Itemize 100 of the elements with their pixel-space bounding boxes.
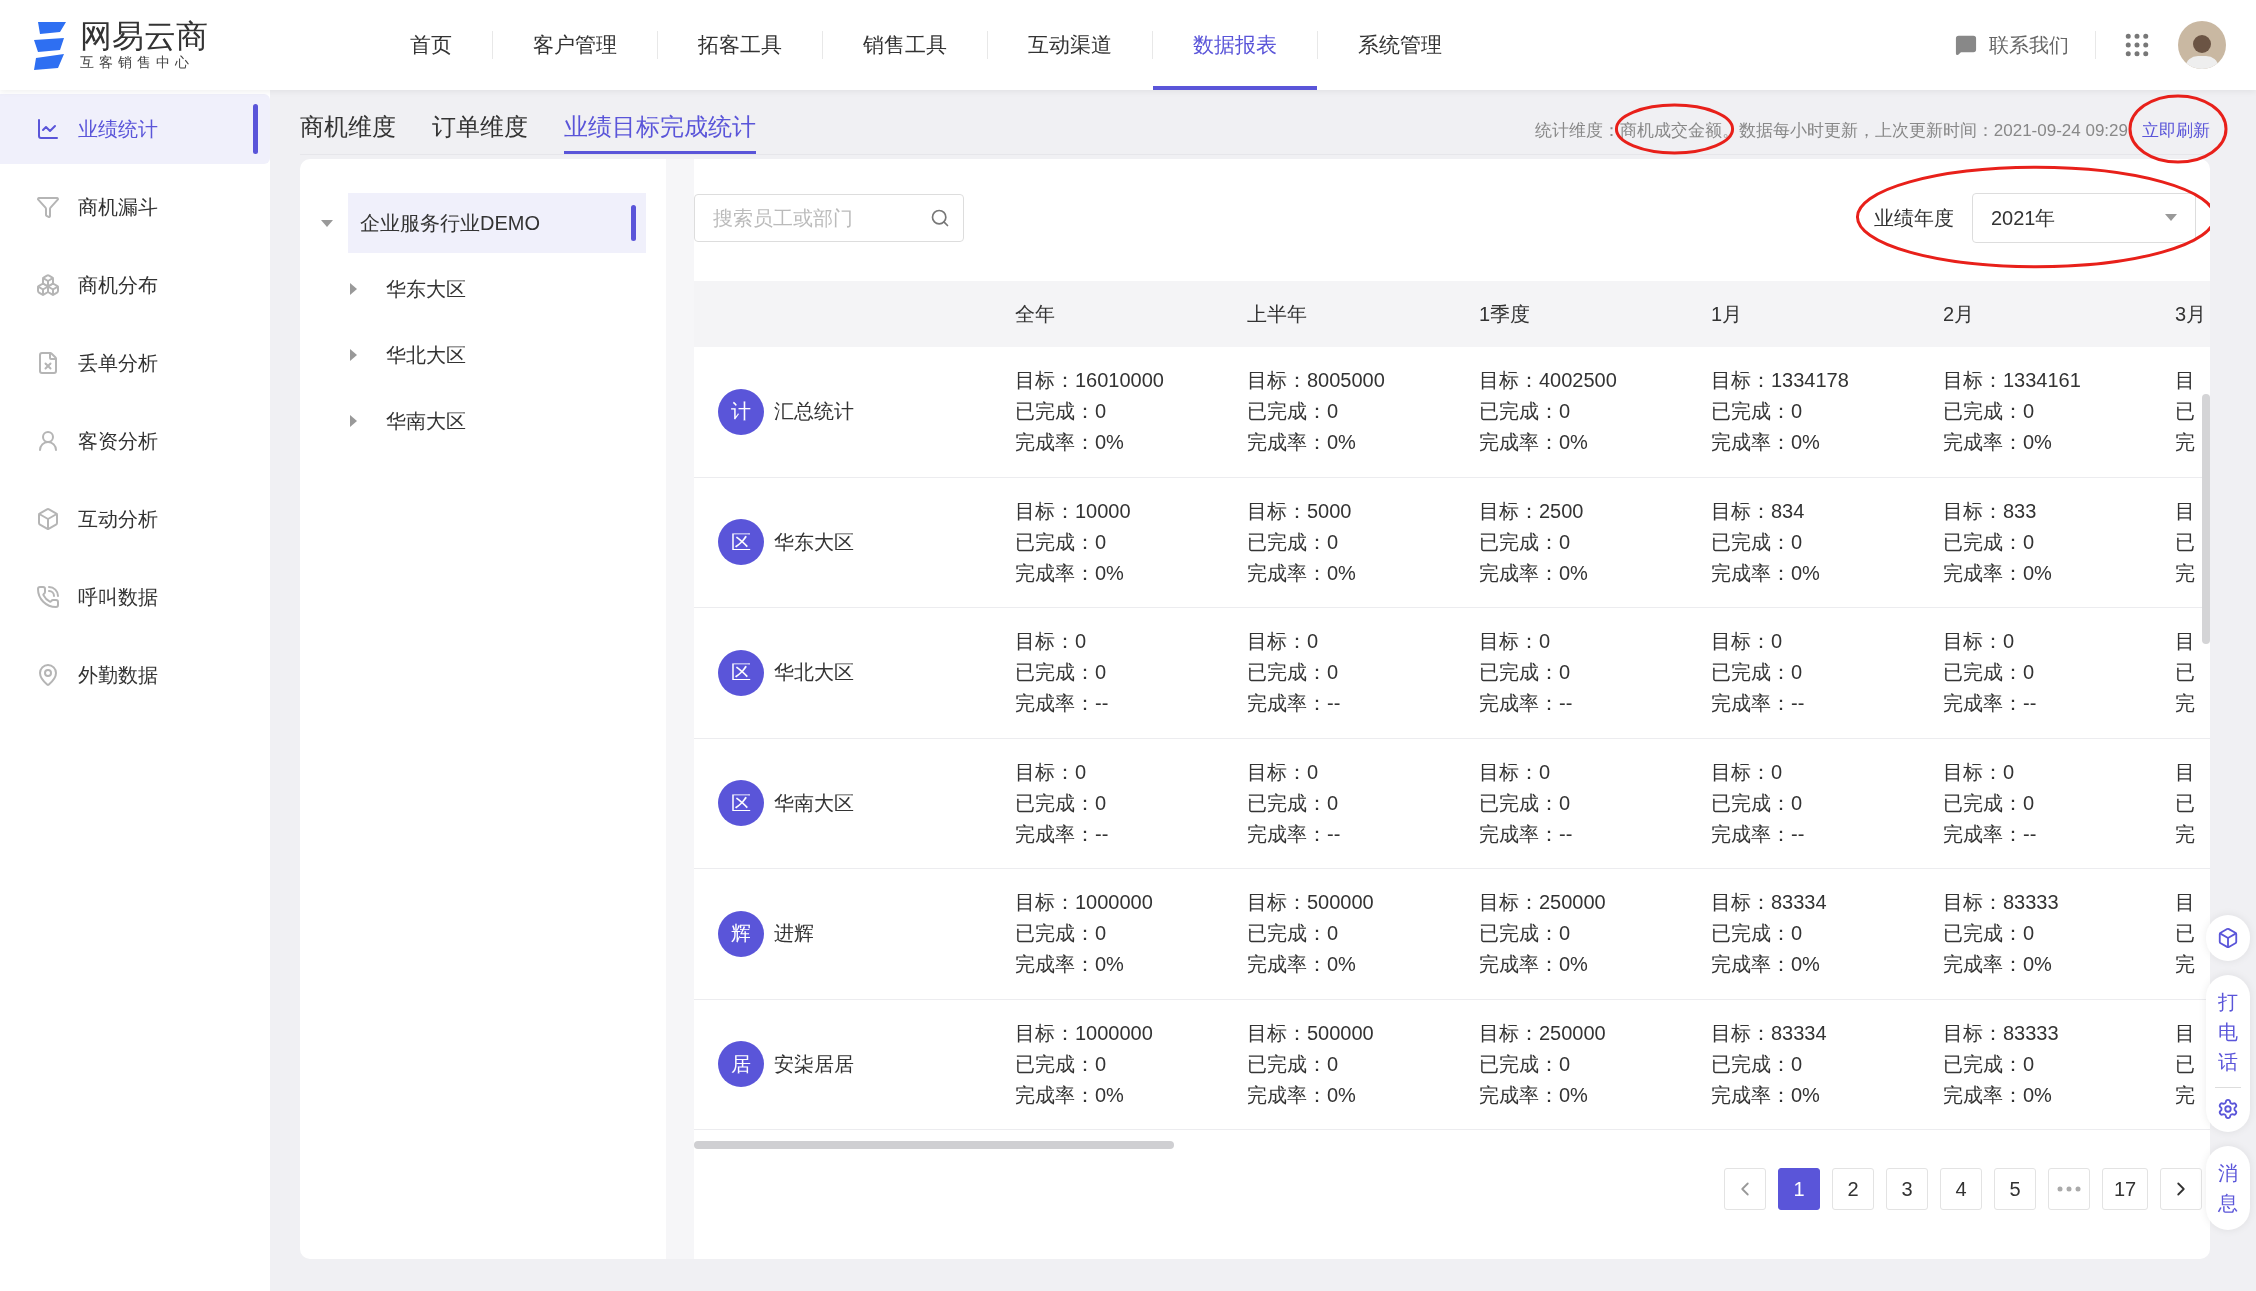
table-cell-text: 完成率：-- xyxy=(1479,691,1574,717)
report-tab[interactable]: 商机维度 xyxy=(300,111,396,154)
tree-node[interactable]: 华北大区 xyxy=(374,325,646,385)
scrollbar[interactable] xyxy=(694,1141,1174,1149)
row-name: 华东大区 xyxy=(774,529,854,555)
sidebar-item[interactable]: 丢单分析 xyxy=(0,328,270,398)
table-cell-text: 已完成：0 xyxy=(1015,921,1108,947)
sidebar-item[interactable]: 互动分析 xyxy=(0,484,270,554)
table-cell-text: 已完成：0 xyxy=(1015,529,1108,555)
table-cell-text: 已完成：0 xyxy=(1247,660,1340,686)
nav-tab[interactable]: 系统管理 xyxy=(1318,0,1482,90)
table-cell-text: 目标：0 xyxy=(1711,759,1784,785)
table-cell-text: 已完成：0 xyxy=(1943,790,2036,816)
table-cell-text: 已完成：0 xyxy=(1247,921,1340,947)
tree-node[interactable]: 华东大区 xyxy=(374,259,646,319)
table-cell-text: 目标：0 xyxy=(1943,759,2016,785)
column-header: 全年 xyxy=(1015,301,1056,327)
table-cell-text: 目标：833 xyxy=(1943,498,2038,524)
avatar[interactable] xyxy=(2178,21,2226,69)
nav-tab[interactable]: 互动渠道 xyxy=(988,0,1152,90)
table-cell-text: 完成率：-- xyxy=(1711,691,1806,717)
nav-tab[interactable]: 客户管理 xyxy=(493,0,657,90)
table-cell-text: 完 xyxy=(2175,952,2196,978)
page-button[interactable]: 5 xyxy=(1994,1168,2036,1210)
table-cell-text: 已完成：0 xyxy=(1479,660,1572,686)
sidebar-item[interactable]: 外勤数据 xyxy=(0,640,270,710)
more-pages-button[interactable] xyxy=(2048,1168,2090,1210)
avatar-badge: 居 xyxy=(718,1041,764,1088)
report-tab[interactable]: 业绩目标完成统计 xyxy=(564,111,756,154)
table-cell-text: 完成率：0% xyxy=(1943,430,2053,456)
table-cell-text: 完成率：0% xyxy=(1711,952,1821,978)
table-cell-text: 完成率：0% xyxy=(1711,560,1821,586)
tree-node[interactable]: 华南大区 xyxy=(374,391,646,451)
table-cell-text: 已 xyxy=(2175,1051,2196,1077)
table-cell-text: 完 xyxy=(2175,821,2196,847)
table-cell-text: 完成率：0% xyxy=(1943,1082,2053,1108)
prev-page-button[interactable] xyxy=(1724,1168,1766,1210)
table-cell-text: 已 xyxy=(2175,529,2196,555)
avatar-badge: 区 xyxy=(718,780,764,827)
table-cell-text: 完成率：-- xyxy=(1943,821,2038,847)
table-cell-text: 已完成：0 xyxy=(1479,1051,1572,1077)
page-button[interactable]: 3 xyxy=(1886,1168,1928,1210)
chat-icon xyxy=(1955,34,1977,56)
sidebar-item[interactable]: 呼叫数据 xyxy=(0,562,270,632)
year-label: 业绩年度 xyxy=(1874,205,1954,231)
table-cell-text: 已完成：0 xyxy=(1943,660,2036,686)
cube-button[interactable] xyxy=(2206,915,2250,961)
sidebar-item[interactable]: 商机分布 xyxy=(0,250,270,320)
year-select[interactable]: 2021年 xyxy=(1972,193,2196,243)
nav-tab[interactable]: 拓客工具 xyxy=(658,0,822,90)
table-cell-text: 目 xyxy=(2175,629,2196,655)
search-field[interactable]: 搜索员工或部门 xyxy=(694,194,964,242)
avatar-badge: 辉 xyxy=(718,910,764,957)
table-cell-text: 目标：8005000 xyxy=(1247,368,1386,394)
nav-tab[interactable]: 首页 xyxy=(370,0,492,90)
report-tab[interactable]: 订单维度 xyxy=(432,111,528,154)
location-pin-icon xyxy=(36,663,60,687)
table-cell-text: 完成率：0% xyxy=(1479,430,1589,456)
cubes-icon xyxy=(36,273,60,297)
tree-node[interactable]: 企业服务行业DEMO xyxy=(348,193,646,253)
page-button[interactable]: 4 xyxy=(1940,1168,1982,1210)
table-cell-text: 目标：0 xyxy=(1247,759,1320,785)
person-icon xyxy=(36,429,60,453)
message-button[interactable]: 消息 xyxy=(2206,1146,2250,1230)
table-cell-text: 完成率：0% xyxy=(1943,952,2053,978)
nav-tab[interactable]: 数据报表 xyxy=(1153,0,1317,90)
nav-tab[interactable]: 销售工具 xyxy=(823,0,987,90)
settings-icon[interactable] xyxy=(2217,1098,2239,1120)
avatar-badge: 计 xyxy=(718,388,764,435)
sidebar-item[interactable]: 业绩统计 xyxy=(0,94,270,164)
sidebar-item[interactable]: 商机漏斗 xyxy=(0,172,270,242)
column-header: 2月 xyxy=(1943,301,1976,327)
page-button[interactable]: 17 xyxy=(2102,1168,2148,1210)
table-cell-text: 目标：1334178 xyxy=(1711,368,1850,394)
next-page-button[interactable] xyxy=(2160,1168,2202,1210)
table-cell-text: 已完成：0 xyxy=(1711,529,1804,555)
table-cell-text: 已完成：0 xyxy=(1711,399,1804,425)
caret-down-icon xyxy=(2165,214,2177,222)
column-header: 1月 xyxy=(1711,301,1744,327)
contact-link[interactable]: 联系我们 xyxy=(1955,31,2069,59)
scrollbar[interactable] xyxy=(2202,394,2210,644)
cube-icon xyxy=(36,507,60,531)
table-cell-text: 已完成：0 xyxy=(1943,529,2036,555)
table-cell-text: 已完成：0 xyxy=(1479,399,1572,425)
table-cell-text: 完成率：-- xyxy=(1247,821,1342,847)
table-cell-text: 目标：5000 xyxy=(1247,498,1353,524)
page-button[interactable]: 2 xyxy=(1832,1168,1874,1210)
table-cell-text: 已完成：0 xyxy=(1943,1051,2036,1077)
table-cell-text: 完成率：-- xyxy=(1015,821,1110,847)
logo-title: 网易云商 xyxy=(80,18,208,54)
row-name: 进辉 xyxy=(774,921,814,947)
table-cell-text: 已完成：0 xyxy=(1479,921,1572,947)
table-cell-text: 已完成：0 xyxy=(1711,921,1804,947)
table-cell-text: 已完成：0 xyxy=(1479,529,1572,555)
sidebar-item[interactable]: 客资分析 xyxy=(0,406,270,476)
page-button[interactable]: 1 xyxy=(1778,1168,1820,1210)
table-cell-text: 完成率：0% xyxy=(1247,560,1357,586)
table-cell-text: 完成率：-- xyxy=(1247,691,1342,717)
table-cell-text: 目标：0 xyxy=(1015,759,1088,785)
call-link[interactable]: 打电话 xyxy=(2218,987,2238,1077)
